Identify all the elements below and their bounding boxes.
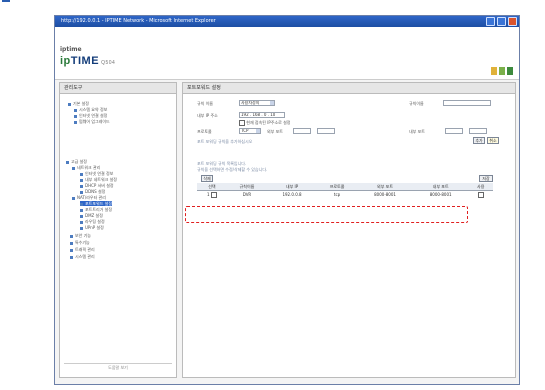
window-controls <box>486 17 517 26</box>
sidebar-item[interactable]: 포트트리거 설정 <box>80 207 112 212</box>
col-protocol: 프로토콜 <box>316 183 358 191</box>
int-port-end[interactable] <box>469 128 487 134</box>
sidebar-item[interactable]: DDNS 설정 <box>80 189 105 194</box>
window-title: http://192.0.0.1 - IPTIME Network - Micr… <box>55 16 519 27</box>
color-block-2 <box>499 67 505 75</box>
sidebar-item[interactable]: 특수기능 <box>70 240 90 245</box>
sidebar-item[interactable]: 네트워크 관리 <box>72 165 100 170</box>
sidebar-item[interactable]: 내부 네트워크 설정 <box>80 177 117 182</box>
browser-window: http://192.0.0.1 - IPTIME Network - Micr… <box>54 15 520 385</box>
sidebar-item[interactable]: 보안 기능 <box>70 233 91 238</box>
row-index: 1 <box>197 191 227 199</box>
col-select: 선택 <box>197 183 227 191</box>
maximize-icon[interactable] <box>497 17 506 26</box>
rule-table: 선택 규칙이름 내부 IP 프로토콜 외부 포트 내부 포트 사용 1 DVR … <box>197 183 493 198</box>
sidebar-item[interactable]: DHCP 서버 설정 <box>80 183 114 188</box>
ext-port-label: 외부 포트 <box>267 129 283 134</box>
table-row[interactable]: 1 DVR 192.0.0.8 tcp 8000-8001 8000-8001 <box>197 191 493 199</box>
form-help: 포트 포워딩 규칙을 추가하십시오 <box>197 139 253 144</box>
checkbox-icon[interactable] <box>239 120 245 126</box>
logo-prefix: ip <box>60 55 71 67</box>
logo-main: TIME <box>70 55 100 67</box>
close-icon[interactable] <box>508 17 517 26</box>
router-header: iptime ipTIME Q504 <box>55 27 519 80</box>
current-ip-text: 현재 접속된 IP주소로 설정 <box>246 120 291 125</box>
ip-label: 내부 IP 주소 <box>197 113 218 118</box>
sidebar-item[interactable]: DMZ 설정 <box>80 213 103 218</box>
col-int-port: 내부 포트 <box>412 183 469 191</box>
color-block-1 <box>491 67 497 75</box>
sidebar-item[interactable]: 시스템 관리 <box>70 254 95 259</box>
col-ip: 내부 IP <box>267 183 317 191</box>
protocol-select[interactable]: TCP <box>239 128 261 134</box>
rule-select[interactable]: 사용자정의 <box>239 100 275 106</box>
sidebar-item[interactable]: 시스템 요약 정보 <box>74 107 107 112</box>
col-enable: 사용 <box>468 183 493 191</box>
corner-tab-icon <box>2 0 10 2</box>
row-ext-port: 8000-8001 <box>374 192 396 197</box>
header-color-blocks <box>491 67 513 75</box>
highlight-box <box>185 206 468 223</box>
row-protocol: tcp <box>333 192 341 197</box>
sidebar-item[interactable]: 라우팅 설정 <box>80 219 105 224</box>
sidebar: 관리도구 기본 설정 시스템 요약 정보 인터넷 연결 설정 펌웨어 업그레이드… <box>59 82 177 378</box>
main-panel: 포트포워드 설정 규칙 이름 사용자정의 규칙이름 내부 IP 주소 192 .… <box>182 82 516 378</box>
protocol-label: 프로토콜 <box>197 129 212 134</box>
sidebar-item[interactable]: 펌웨어 업그레이드 <box>74 119 110 124</box>
sidebar-item[interactable]: 고급 설정 <box>66 159 87 164</box>
int-port-label: 내부 포트 <box>409 129 425 134</box>
logo-model: Q504 <box>101 60 116 66</box>
rule-label: 규칙 이름 <box>197 101 213 106</box>
sidebar-item[interactable]: NAT/라우터 관리 <box>72 195 106 200</box>
row-int-port: 8000-8001 <box>429 192 452 197</box>
save-button[interactable]: 저장 <box>479 175 493 182</box>
sidebar-item[interactable]: 기본 설정 <box>68 101 89 106</box>
brand-logo: ipTIME Q504 <box>60 55 115 67</box>
col-name: 규칙이름 <box>226 183 268 191</box>
sidebar-item[interactable]: 인터넷 연결 정보 <box>80 171 113 176</box>
cancel-button[interactable]: 취소 <box>487 137 499 144</box>
current-ip-checkbox[interactable]: 현재 접속된 IP주소로 설정 <box>239 120 291 126</box>
col-ext-port: 외부 포트 <box>357 183 413 191</box>
int-port-start[interactable] <box>445 128 463 134</box>
delete-button[interactable]: 삭제 <box>201 175 213 182</box>
sidebar-title: 관리도구 <box>60 83 176 94</box>
sidebar-item[interactable]: UPnP 설정 <box>80 225 104 230</box>
ext-port-start[interactable] <box>293 128 311 134</box>
row-name: DVR <box>242 192 252 197</box>
row-enable-checkbox[interactable] <box>477 191 484 198</box>
name-label: 규칙이름 <box>409 101 424 106</box>
color-block-3 <box>507 67 513 75</box>
name-input[interactable] <box>443 100 491 106</box>
sidebar-item[interactable]: 트래픽 관리 <box>70 247 95 252</box>
ext-port-end[interactable] <box>317 128 335 134</box>
minimize-icon[interactable] <box>486 17 495 26</box>
ip-input[interactable]: 192 . 168 . 0 . 10 <box>239 112 285 118</box>
sidebar-item-selected[interactable]: 포트포워드 설정 <box>80 201 113 206</box>
sidebar-item[interactable]: 인터넷 연결 설정 <box>74 113 107 118</box>
row-enable[interactable] <box>468 191 493 199</box>
brand-small-text: iptime <box>60 46 82 53</box>
row-ip: 192.0.0.8 <box>282 192 302 197</box>
add-button[interactable]: 추가 <box>473 137 485 144</box>
row-select-checkbox[interactable] <box>210 191 217 198</box>
list-notice-2: 규칙을 선택하면 수정/삭제할 수 있습니다. <box>197 167 268 172</box>
sidebar-footer[interactable]: 도움말 보기 <box>64 363 172 372</box>
main-title: 포트포워드 설정 <box>183 83 515 94</box>
